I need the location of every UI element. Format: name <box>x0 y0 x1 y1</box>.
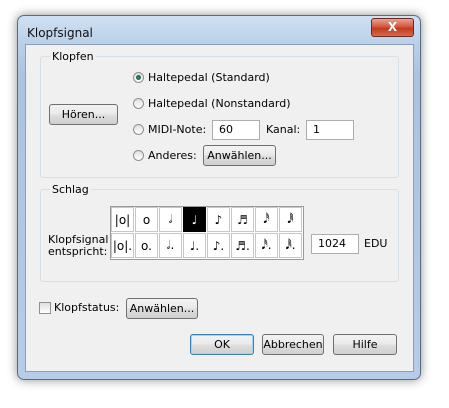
klopfstatus-label: Klopfstatus: <box>54 301 120 314</box>
radio-haltepedal-nonstandard[interactable]: Haltepedal (Nonstandard) <box>133 97 290 110</box>
radio-standard-label: Haltepedal (Standard) <box>148 71 270 84</box>
klopfstatus-checkbox-row[interactable]: Klopfstatus: <box>39 301 119 314</box>
dialog-title: Klopfsignal <box>27 26 93 40</box>
klopfsignal-label-line2: entspricht: <box>48 245 108 258</box>
note-cell[interactable]: o <box>135 207 158 232</box>
radio-midi-label: MIDI-Note: <box>148 123 207 136</box>
note-cell[interactable]: 𝅘𝅥𝅰. <box>255 233 278 258</box>
note-cell[interactable]: 𝅘𝅥𝅱. <box>279 233 302 258</box>
note-cell[interactable]: 𝅗𝅥. <box>159 233 182 258</box>
klopfsignal-dialog: Klopfsignal X Klopfen Hören... Haltepeda… <box>17 15 421 380</box>
note-cell[interactable]: 𝅗𝅥 <box>159 207 182 232</box>
radio-anderes-indicator[interactable] <box>133 150 144 161</box>
title-bar: Klopfsignal X <box>18 16 420 44</box>
note-cell[interactable]: ♪ <box>207 207 230 232</box>
radio-nonstandard-indicator[interactable] <box>133 98 144 109</box>
klopfstatus-anwaehlen-button[interactable]: Anwählen... <box>126 298 198 319</box>
klopfstatus-checkbox[interactable] <box>39 301 51 314</box>
radio-anderes[interactable]: Anderes: <box>133 149 197 162</box>
close-icon: X <box>387 20 398 34</box>
note-cell[interactable]: |o| <box>111 207 134 232</box>
klopfen-group-label: Klopfen <box>50 50 96 63</box>
radio-haltepedal-standard[interactable]: Haltepedal (Standard) <box>133 71 270 84</box>
abbrechen-button[interactable]: Abbrechen <box>262 334 324 355</box>
dialog-client: Klopfen Hören... Haltepedal (Standard) H… <box>25 44 414 372</box>
kanal-input[interactable]: 1 <box>306 120 354 140</box>
hoeren-button[interactable]: Hören... <box>49 104 118 125</box>
hilfe-button[interactable]: Hilfe <box>333 334 397 355</box>
anderes-anwaehlen-button[interactable]: Anwählen... <box>203 145 276 166</box>
note-cell[interactable]: 𝅘𝅥𝅰 <box>255 207 278 232</box>
note-cell-selected[interactable]: ♩ <box>183 207 206 232</box>
note-cell[interactable]: o. <box>135 233 158 258</box>
note-cell[interactable]: ♬ <box>231 207 254 232</box>
edu-label: EDU <box>364 237 388 250</box>
close-button[interactable]: X <box>371 18 414 37</box>
note-cell[interactable]: ♬. <box>231 233 254 258</box>
schlag-group-label: Schlag <box>50 183 91 196</box>
edu-input[interactable]: 1024 <box>311 234 359 254</box>
radio-anderes-label: Anderes: <box>148 149 197 162</box>
ok-button[interactable]: OK <box>190 334 254 355</box>
midi-note-input[interactable]: 60 <box>212 120 260 140</box>
radio-midi-note[interactable]: MIDI-Note: <box>133 123 206 136</box>
note-cell[interactable]: 𝅘𝅥𝅱 <box>279 207 302 232</box>
note-cell[interactable]: |o|. <box>111 233 134 258</box>
note-cell[interactable]: ♩. <box>183 233 206 258</box>
radio-nonstandard-label: Haltepedal (Nonstandard) <box>148 97 291 110</box>
note-value-grid: |o| o 𝅗𝅥 ♩ ♪ ♬ 𝅘𝅥𝅰 𝅘𝅥𝅱 |o|. o. 𝅗𝅥. ♩. ♪.… <box>110 206 304 260</box>
kanal-label: Kanal: <box>266 123 301 136</box>
radio-standard-indicator[interactable] <box>133 72 144 83</box>
radio-midi-indicator[interactable] <box>133 124 144 135</box>
note-cell[interactable]: ♪. <box>207 233 230 258</box>
